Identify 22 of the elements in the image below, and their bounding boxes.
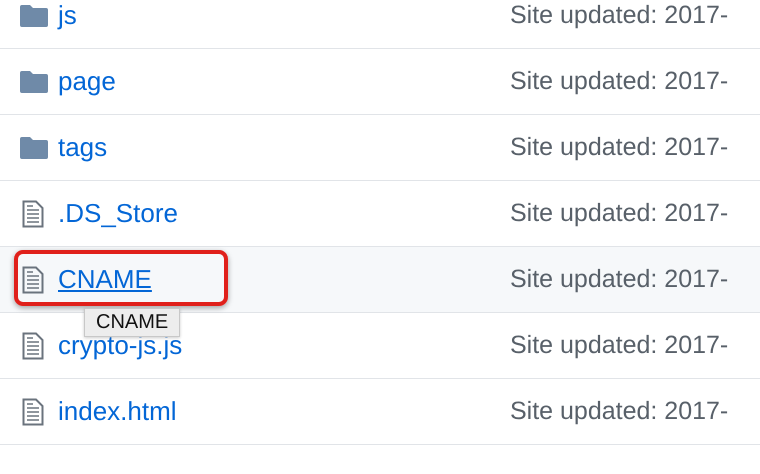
file-icon (22, 332, 44, 360)
file-link[interactable]: page (58, 66, 116, 97)
file-icon (22, 398, 44, 426)
commit-message: Site updated: 2017- (510, 331, 728, 360)
commit-message: Site updated: 2017- (510, 67, 728, 96)
file-link[interactable]: index.html (58, 396, 176, 427)
commit-message: Site updated: 2017- (510, 265, 728, 294)
commit-message: Site updated: 2017- (510, 133, 728, 162)
commit-message: Site updated: 2017- (510, 199, 728, 228)
file-link[interactable]: CNAME (58, 264, 152, 295)
hovered-row[interactable]: CNAME Site updated: 2017- (0, 247, 760, 313)
folder-icon (20, 136, 48, 158)
file-link[interactable]: tags (58, 132, 108, 163)
commit-message: Site updated: 2017- (510, 1, 728, 30)
file-link[interactable]: .DS_Store (58, 198, 178, 229)
file-icon (22, 266, 44, 294)
commit-message: Site updated: 2017- (510, 397, 728, 426)
tooltip: CNAME (84, 308, 180, 337)
file-icon (22, 200, 44, 228)
file-link[interactable]: js (58, 0, 77, 31)
folder-icon (20, 70, 48, 92)
folder-icon (20, 4, 48, 26)
